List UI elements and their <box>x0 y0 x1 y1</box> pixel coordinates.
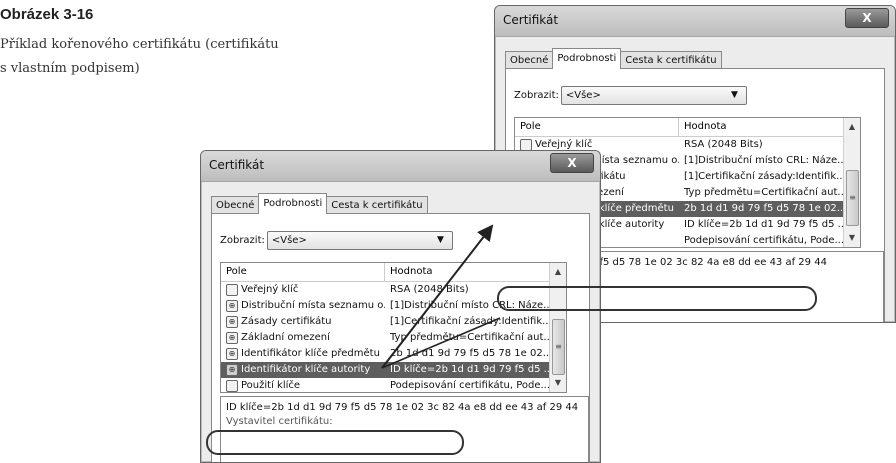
tab-details[interactable]: Podrobnosti <box>258 193 328 214</box>
tab-details[interactable]: Podrobnosti <box>552 48 622 69</box>
connector-arrow <box>381 224 501 369</box>
arrow-line <box>381 224 494 369</box>
arrow-line-2 <box>381 317 501 369</box>
